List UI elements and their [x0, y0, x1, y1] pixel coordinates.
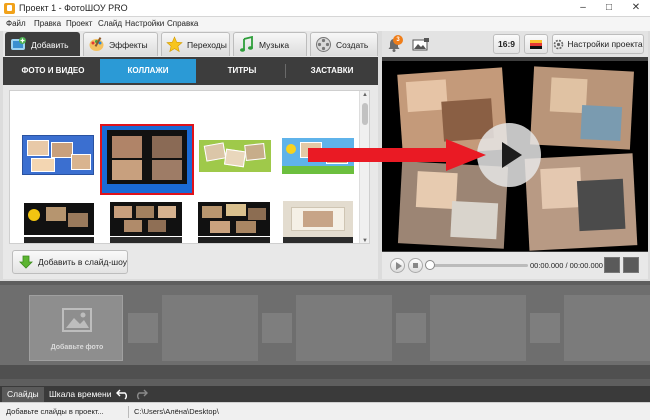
tab-timeline[interactable]: Шкала времени [44, 387, 116, 402]
tab-create[interactable]: Создать [310, 32, 378, 56]
status-message: Добавьте слайды в проект... [6, 407, 104, 416]
empty-slide-slot[interactable] [296, 295, 392, 361]
sub-tabs: ФОТО И ВИДЕО КОЛЛАЖИ ТИТРЫ ЗАСТАВКИ [3, 57, 378, 85]
play-overlay-button[interactable] [477, 123, 541, 187]
collage-thumbnail[interactable] [199, 140, 271, 172]
tab-effects-label: Эффекты [109, 39, 148, 50]
status-bar: Добавьте слайды в проект... C:\Users\Алё… [0, 402, 650, 420]
menu-bar: Файл Правка Проект Слайд Настройки Справ… [0, 17, 650, 31]
window-title: Проект 1 - ФотоШОУ PRO [19, 3, 128, 13]
transition-slot[interactable] [262, 313, 292, 343]
snapshot-icon[interactable] [412, 37, 430, 53]
stop-button[interactable] [408, 258, 423, 273]
film-strip: Добавьте фото [0, 285, 650, 379]
film-reel-icon [315, 36, 332, 53]
transition-slot[interactable] [396, 313, 426, 343]
tab-music[interactable]: Музыка [233, 32, 307, 56]
app-logo-icon [4, 3, 15, 14]
player-controls: 00:00.000 / 00:00.000 [382, 252, 648, 279]
add-photo-icon [10, 36, 27, 53]
tab-music-label: Музыка [259, 39, 290, 50]
tab-transitions-label: Переходы [187, 39, 227, 50]
empty-slide-slot[interactable] [162, 295, 258, 361]
scroll-thumb[interactable] [362, 103, 368, 125]
tab-effects[interactable]: Эффекты [83, 32, 158, 56]
tab-slides[interactable]: Слайды [2, 387, 44, 402]
tab-transitions[interactable]: Переходы [161, 32, 230, 56]
subtab-intros[interactable]: ЗАСТАВКИ [287, 59, 377, 83]
project-settings-button[interactable]: Настройки проекта [552, 34, 644, 54]
tab-add-label: Добавить [31, 39, 69, 50]
collage-thumbnail[interactable] [198, 202, 270, 236]
fullscreen-button[interactable] [623, 257, 639, 273]
menu-project[interactable]: Проект [66, 19, 92, 28]
seek-slider[interactable] [425, 260, 528, 270]
annotation-arrow-icon [308, 139, 486, 171]
aspect-ratio-button[interactable]: 16:9 [493, 34, 520, 54]
collage-thumbnail[interactable] [283, 201, 353, 237]
status-path: C:\Users\Алёна\Desktop\ [134, 407, 219, 416]
collage-thumbnail[interactable] [110, 202, 182, 236]
tab-add[interactable]: Добавить [5, 32, 80, 56]
menu-edit[interactable]: Правка [34, 19, 61, 28]
view-tabs: Слайды Шкала времени [0, 386, 650, 402]
seek-handle[interactable] [425, 260, 435, 270]
music-icon [238, 35, 255, 53]
add-to-slideshow-label: Добавить в слайд-шоу [38, 257, 127, 267]
gear-icon [553, 39, 564, 50]
menu-slide[interactable]: Слайд [98, 19, 122, 28]
maximize-button[interactable]: □ [596, 0, 622, 16]
image-placeholder-icon [61, 304, 93, 336]
play-icon [396, 262, 402, 270]
menu-settings[interactable]: Настройки [125, 19, 164, 28]
collage-thumbnail[interactable] [283, 237, 353, 243]
collage-thumbnail[interactable] [24, 203, 94, 235]
stop-icon [413, 263, 418, 268]
play-button[interactable] [390, 258, 405, 273]
project-settings-label: Настройки проекта [567, 39, 643, 49]
empty-slide-slot[interactable] [430, 295, 526, 361]
minimize-button[interactable]: – [570, 0, 596, 16]
time-display: 00:00.000 / 00:00.000 [530, 261, 603, 270]
collage-thumbnail[interactable] [22, 135, 94, 175]
audio-track[interactable] [0, 365, 650, 379]
subtab-photo-video[interactable]: ФОТО И ВИДЕО [7, 59, 99, 83]
main-area: Добавить Эффекты Переходы Музыка Создать… [0, 31, 650, 281]
menu-help[interactable]: Справка [167, 19, 198, 28]
add-photo-label: Добавьте фото [50, 344, 104, 351]
arrow-down-icon [19, 255, 33, 269]
subtab-collages[interactable]: КОЛЛАЖИ [100, 59, 196, 83]
palette-icon [88, 36, 105, 53]
tab-create-label: Создать [336, 39, 369, 50]
collage-thumbnail[interactable] [24, 237, 94, 243]
transition-slot[interactable] [530, 313, 560, 343]
redo-icon[interactable] [134, 388, 148, 400]
snapshot-button[interactable] [604, 257, 620, 273]
selected-collage-thumbnail[interactable] [100, 124, 194, 195]
add-photo-placeholder[interactable]: Добавьте фото [29, 295, 123, 361]
add-to-slideshow-button[interactable]: Добавить в слайд-шоу [12, 250, 128, 274]
preview-toolbar: 3 16:9 Настройки проекта [382, 31, 648, 57]
notification-badge: 3 [393, 35, 403, 45]
top-tabs: Добавить Эффекты Переходы Музыка Создать [3, 31, 378, 57]
undo-icon[interactable] [116, 388, 130, 400]
empty-slide-slot[interactable] [564, 295, 650, 361]
transition-slot[interactable] [128, 313, 158, 343]
star-icon [166, 36, 183, 53]
close-button[interactable]: ✕ [622, 0, 650, 16]
flag-icon [530, 39, 542, 49]
theme-button[interactable] [524, 34, 548, 54]
collage-thumbnail[interactable] [110, 237, 182, 243]
subtab-titles[interactable]: ТИТРЫ [199, 59, 285, 83]
timeline-area: Добавьте фото [0, 281, 650, 386]
menu-file[interactable]: Файл [6, 19, 26, 28]
scroll-down-icon[interactable]: ▼ [361, 238, 369, 243]
title-bar: Проект 1 - ФотоШОУ PRO – □ ✕ [0, 0, 650, 17]
scroll-up-icon[interactable]: ▲ [361, 92, 369, 98]
collage-thumbnail[interactable] [198, 237, 270, 243]
